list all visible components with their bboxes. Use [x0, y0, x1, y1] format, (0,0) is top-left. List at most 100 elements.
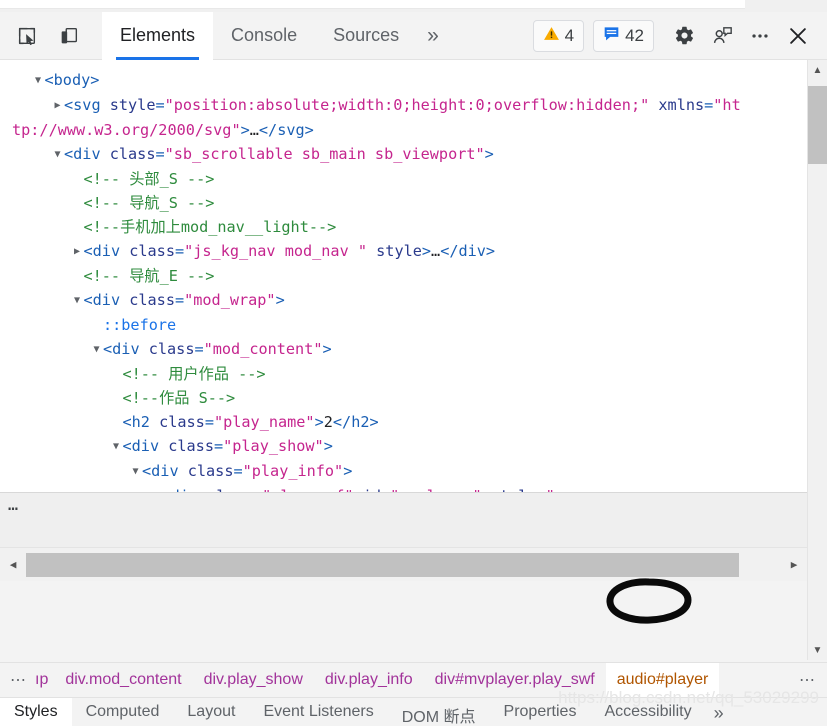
dom-tree-line[interactable]: <!-- 导航_E --> [0, 264, 807, 288]
dom-tree-line[interactable]: tp://www.w3.org/2000/svg">…</svg> [0, 118, 807, 142]
sticky-overflow-dots[interactable]: ⋯ [8, 498, 20, 521]
scroll-right-arrow[interactable]: ▶ [781, 548, 807, 582]
scroll-down-arrow[interactable]: ▼ [808, 640, 827, 660]
code-token-tag: div [112, 340, 140, 358]
code-token-attr: xmlns [658, 96, 705, 114]
code-token-punct: > [90, 71, 100, 89]
warning-badge[interactable]: 4 [532, 19, 585, 52]
sidebar-tab-dom[interactable]: DOM 断点 [388, 698, 490, 726]
code-token-punct: </ [440, 242, 459, 260]
dom-tree-line[interactable]: <div class="js_kg_nav mod_nav " style>…<… [0, 239, 807, 264]
more-tabs-icon[interactable]: » [417, 12, 451, 60]
message-count: 42 [625, 26, 644, 45]
sidebar-more-tabs-icon[interactable]: » [706, 698, 734, 724]
dom-tree-line[interactable]: <body> [0, 68, 807, 93]
breadcrumb-item[interactable]: div.mod_content [54, 663, 192, 697]
code-token-punct: > [240, 121, 250, 139]
twisty-open-icon[interactable] [51, 143, 64, 167]
warning-triangle-icon [543, 25, 560, 47]
code-token-punct: > [304, 121, 314, 139]
code-token-punct: < [83, 242, 93, 260]
code-token-val: tp://www.w3.org/2000/svg" [12, 121, 241, 139]
twisty-open-icon[interactable] [90, 338, 103, 362]
dom-tree-line[interactable]: ::before [0, 313, 807, 337]
sidebar-tab-properties[interactable]: Properties [490, 698, 591, 721]
dom-tree-line[interactable]: <div class="mod_wrap"> [0, 288, 807, 313]
sidebar-tab-label: Styles [14, 703, 58, 720]
breadcrumb-item[interactable]: audio#player [605, 663, 720, 697]
code-token-tag: body [53, 71, 91, 89]
dom-tree-line[interactable]: <svg style="position:absolute;width:0;he… [0, 93, 807, 118]
sidebar-tab-layout[interactable]: Layout [173, 698, 249, 721]
code-token-val: "play_name" [213, 413, 315, 431]
inspect-element-icon[interactable] [10, 19, 44, 53]
dom-tree-line[interactable]: <h2 class="play_name">2</h2> [0, 410, 807, 434]
twisty-open-icon[interactable] [71, 289, 84, 313]
dom-tree-line[interactable]: <!-- 头部_S --> [0, 167, 807, 191]
code-token-attr: class [187, 462, 234, 480]
sidebar-tab-accessibility[interactable]: Accessibility [590, 698, 705, 721]
panel-tabs: Elements Console Sources » [102, 11, 451, 60]
dom-tree-line[interactable]: <div class="play_show"> [0, 434, 807, 459]
twisty-closed-icon[interactable] [51, 94, 64, 118]
gear-icon[interactable] [667, 19, 701, 53]
hscroll-track[interactable] [26, 548, 781, 582]
dom-tree-line[interactable]: <!-- 用户作品 --> [0, 362, 807, 386]
vscroll-thumb[interactable] [808, 86, 827, 164]
dom-tree-line[interactable]: <!--手机加上mod_nav__light--> [0, 215, 807, 239]
sidebar-tab-computed[interactable]: Computed [72, 698, 174, 721]
tab-elements[interactable]: Elements [102, 11, 214, 60]
code-token-punct: < [142, 462, 152, 480]
dom-tree-line[interactable]: <div class="mod_content"> [0, 337, 807, 362]
dom-tree-panel[interactable]: <body><svg style="position:absolute;widt… [0, 60, 807, 581]
code-token-comment: <!--手机加上mod_nav__light--> [83, 218, 337, 236]
tab-sources[interactable]: Sources [315, 12, 417, 60]
more-options-icon[interactable] [743, 19, 777, 53]
dom-tree-line[interactable]: <div class="sb_scrollable sb_main sb_vie… [0, 142, 807, 167]
dom-tree-line[interactable]: <!--作品 S--> [0, 386, 807, 410]
hscroll-thumb[interactable] [26, 552, 739, 577]
breadcrumb-overflow-right[interactable]: ⋯ [789, 670, 827, 690]
breadcrumb-item-label: div.mod_content [65, 671, 182, 688]
code-token-pseudo: ::before [103, 316, 177, 334]
code-token-attr: class [129, 242, 175, 260]
code-token-tag: div [458, 242, 486, 260]
device-toolbar-icon[interactable] [52, 19, 86, 53]
dom-vertical-scrollbar[interactable]: ▲ ▼ [807, 60, 827, 660]
twisty-open-icon[interactable] [129, 460, 142, 484]
dom-tree-line[interactable]: <div class="play_info"> [0, 459, 807, 484]
sidebar-tab-label: Properties [503, 703, 577, 720]
breadcrumb-item[interactable]: div.play_info [314, 663, 424, 697]
window-top-strip [0, 0, 827, 12]
breadcrumb-overflow-left[interactable]: ⋯ [0, 670, 35, 690]
sidebar-tab-styles[interactable]: Styles [0, 698, 72, 726]
code-token-comment: <!-- 导航_E --> [83, 267, 215, 285]
sidebar-more-glyph: » [713, 703, 724, 723]
twisty-closed-icon[interactable] [71, 240, 84, 264]
sidebar-tab-event-listeners[interactable]: Event Listeners [249, 698, 387, 721]
code-token-punct: > [485, 242, 496, 260]
code-token-comment: <!--作品 S--> [122, 389, 236, 407]
breadcrumb-item-label: div#mvplayer.play_swf [434, 671, 595, 688]
scroll-up-arrow[interactable]: ▲ [808, 60, 827, 80]
dom-horizontal-scrollbar[interactable]: ◀ ▶ [0, 547, 807, 581]
scroll-left-arrow[interactable]: ◀ [0, 548, 26, 582]
twisty-open-icon[interactable] [110, 435, 123, 459]
code-token-val: "play_info" [242, 462, 344, 480]
close-icon[interactable] [781, 19, 815, 53]
message-badge[interactable]: 42 [593, 19, 654, 52]
twisty-open-icon[interactable] [32, 69, 45, 93]
dom-tree-line[interactable]: <!-- 导航_S --> [0, 191, 807, 215]
breadcrumb-item[interactable]: ıp [35, 663, 54, 697]
devtools-window: Elements Console Sources » 4 42 ▼ <body>… [0, 0, 827, 726]
code-token-val: "sb_scrollable sb_main sb_viewport" [164, 145, 485, 163]
feedback-icon[interactable] [705, 19, 739, 53]
tab-console[interactable]: Console [213, 12, 315, 60]
dom-sticky-selected-row[interactable]: ⋯ <audio id="player" preload title="2" m… [0, 492, 807, 547]
breadcrumb-item[interactable]: div.play_show [193, 663, 314, 697]
breadcrumb-item[interactable]: div#mvplayer.play_swf [424, 663, 606, 697]
code-token-tag: div [73, 145, 101, 163]
